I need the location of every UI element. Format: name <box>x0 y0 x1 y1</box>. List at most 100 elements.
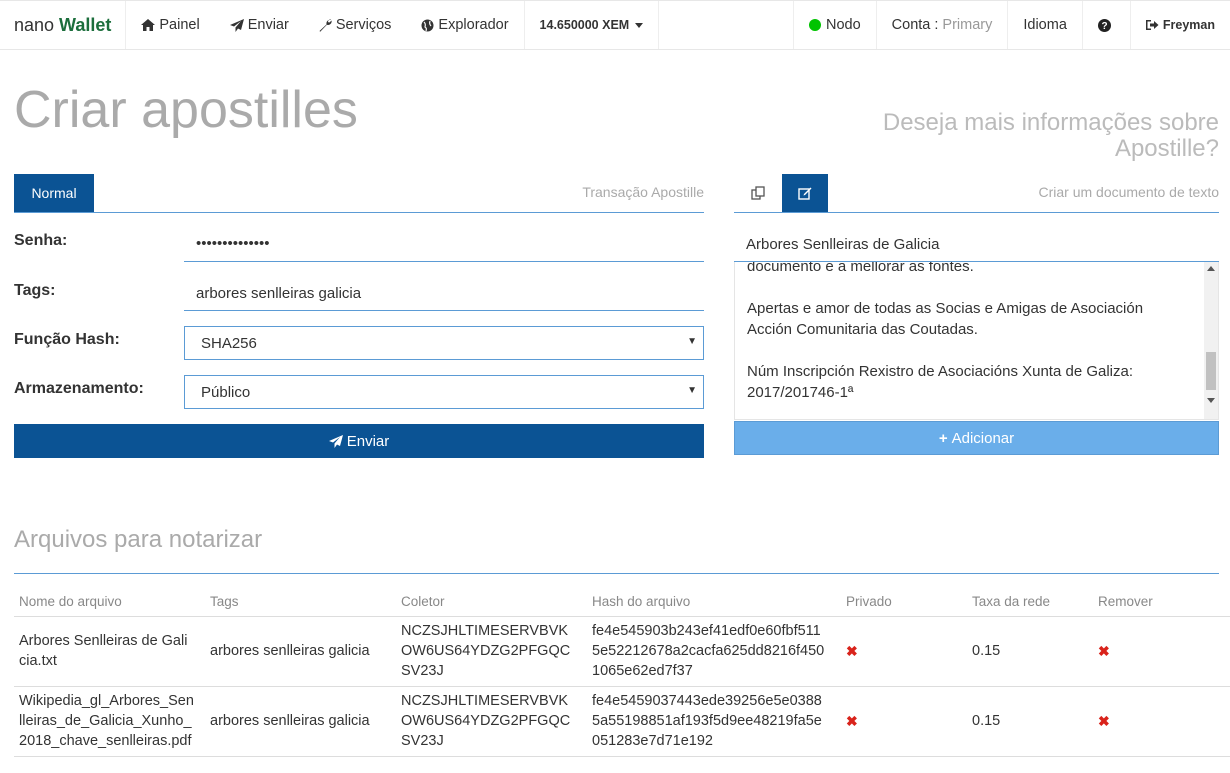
hash-cell: fe4e545903b243ef41edf0e60fbf511 5e522126… <box>587 616 841 687</box>
scroll-up-icon[interactable] <box>1207 266 1215 271</box>
scroll-down-icon[interactable] <box>1207 398 1215 403</box>
home-icon <box>141 19 156 31</box>
table-row: Arbores Senlleiras de Gali cia.txt arbor… <box>14 616 1230 687</box>
node-status[interactable]: Nodo <box>792 1 876 49</box>
help-line-1: Deseja mais informações sobre <box>882 109 1219 136</box>
document-title-field[interactable]: Arbores Senlleiras de Galicia <box>734 228 1219 262</box>
col-header: Privado <box>841 588 967 617</box>
text-area-scrollbar[interactable] <box>1204 262 1218 419</box>
hash-function-label: Função Hash: <box>14 331 120 348</box>
private-cell: ✖ <box>841 616 967 687</box>
document-tabs: Criar um documento de texto <box>734 174 1219 213</box>
hash-cell: fe4e5459037443ede39256e5e0388 5a55198851… <box>587 686 841 757</box>
doc-text-line: Núm Inscripción Rexistro de Asociacións … <box>747 363 1134 380</box>
brand-prefix: nano <box>14 14 55 35</box>
hash-function-select[interactable]: SHA256 ▼ <box>184 326 704 360</box>
cross-icon: ✖ <box>846 712 858 729</box>
send-icon <box>229 18 244 32</box>
files-table: Nome do arquivo Tags Coletor Hash do arq… <box>14 588 1230 757</box>
col-header: Hash do arquivo <box>587 588 841 617</box>
hash-line: 1065e62ed7f37 <box>592 663 693 679</box>
dropdown-arrow-icon: ▼ <box>687 336 697 347</box>
tab-upload[interactable] <box>734 174 782 212</box>
storage-select[interactable]: Público ▼ <box>184 375 704 409</box>
add-button-label: Adicionar <box>951 429 1015 447</box>
remove-icon[interactable]: ✖ <box>1098 713 1110 729</box>
sign-out-icon <box>1145 20 1159 30</box>
file-name-line: lleiras_de_Galicia_Xunho_ <box>19 713 192 729</box>
col-header: Remover <box>1093 588 1230 617</box>
file-name-line: Wikipedia_gl_Arbores_Sen <box>19 693 194 709</box>
copy-files-icon <box>751 186 765 200</box>
col-header: Nome do arquivo <box>14 588 205 617</box>
hash-function-value: SHA256 <box>201 335 257 352</box>
nav-enviar[interactable]: Enviar <box>215 1 304 49</box>
brand-logo[interactable]: nano Wallet <box>0 1 127 49</box>
tags-cell: arbores senlleiras galicia <box>205 686 396 757</box>
tags-cell: arbores senlleiras galicia <box>205 616 396 687</box>
remove-icon[interactable]: ✖ <box>1098 643 1110 659</box>
question-icon: ? <box>1097 18 1111 32</box>
logout-button[interactable]: Freyman <box>1129 1 1230 49</box>
send-icon <box>328 434 343 448</box>
language-label: Idioma <box>1023 17 1067 33</box>
doc-text-line: 2017/201746-1ª <box>747 384 854 401</box>
send-button[interactable]: Enviar <box>14 424 704 458</box>
hash-line: fe4e545903b243ef41edf0e60fbf511 <box>592 623 821 639</box>
chevron-down-icon <box>635 22 644 28</box>
tab-caption-apostille: Transação Apostille <box>582 184 704 200</box>
password-field[interactable]: •••••••••••••• <box>184 228 704 262</box>
help-button[interactable]: ? <box>1081 1 1130 49</box>
hash-line: fe4e5459037443ede39256e5e0388 <box>592 693 822 709</box>
hash-line: 5e52212678a2cacfa625dd8216f450 <box>592 643 825 659</box>
file-name-line: Arbores Senlleiras de Gali <box>19 633 188 649</box>
nav-painel-label: Painel <box>159 17 200 33</box>
fee-cell: 0.15 <box>967 686 1093 757</box>
collector-cell: NCZSJHLTIMESERVBVK OW6US64YDZG2PFGQC SV2… <box>396 686 587 757</box>
help-line-2: Apostille? <box>1114 135 1219 162</box>
file-name-line: cia.txt <box>19 653 57 669</box>
tags-field[interactable]: arbores senlleiras galicia <box>184 277 704 311</box>
top-navbar: nano Wallet Painel Enviar Serviços Explo… <box>0 0 1230 50</box>
nav-explorador[interactable]: Explorador <box>406 1 523 49</box>
balance-dropdown[interactable]: 14.650000 XEM <box>523 1 660 49</box>
page-title: Criar apostilles <box>14 81 358 139</box>
send-button-label: Enviar <box>346 432 390 450</box>
col-header: Coletor <box>396 588 587 617</box>
nav-painel[interactable]: Painel <box>126 1 214 49</box>
collector-line: SV23J <box>401 663 444 679</box>
transaction-tabs: Normal Transação Apostille <box>14 174 704 213</box>
table-row: Wikipedia_gl_Arbores_Sen lleiras_de_Gali… <box>14 686 1230 757</box>
hash-line: 051283e7d71e192 <box>592 733 713 749</box>
doc-text-line: Acción Comunitaria das Coutadas. <box>747 321 978 338</box>
account-value: Primary <box>942 17 993 33</box>
account-label: Conta : <box>891 17 939 33</box>
table-header-row: Nome do arquivo Tags Coletor Hash do arq… <box>14 588 1230 617</box>
scrollbar-thumb[interactable] <box>1206 352 1216 390</box>
password-label: Senha: <box>14 232 68 249</box>
status-dot-icon <box>808 19 821 31</box>
tab-create-text[interactable] <box>782 174 828 212</box>
document-text-area[interactable]: documento e a mellorar as fontes. Aperta… <box>734 262 1219 420</box>
doc-text-partial-line: documento e a mellorar as fontes. <box>747 262 974 275</box>
edit-icon <box>798 187 812 200</box>
account-selector[interactable]: Conta : Primary <box>875 1 1008 49</box>
nav-explorador-label: Explorador <box>438 17 509 33</box>
apostille-help-link[interactable]: Deseja mais informações sobre Apostille? <box>883 110 1219 162</box>
storage-value: Público <box>201 384 251 401</box>
col-header: Tags <box>205 588 396 617</box>
plus-icon: + <box>938 429 948 447</box>
tab-normal[interactable]: Normal <box>14 174 94 212</box>
private-cell: ✖ <box>841 686 967 757</box>
globe-icon <box>421 19 434 31</box>
nav-servicos-label: Serviços <box>335 17 392 33</box>
node-label: Nodo <box>825 17 861 33</box>
svg-text:?: ? <box>1101 21 1107 32</box>
add-button[interactable]: + Adicionar <box>734 421 1219 455</box>
fee-cell: 0.15 <box>967 616 1093 687</box>
nav-servicos[interactable]: Serviços <box>304 1 407 49</box>
brand-name: Wallet <box>59 14 112 35</box>
language-menu[interactable]: Idioma <box>1007 1 1082 49</box>
collector-line: OW6US64YDZG2PFGQC <box>401 643 571 659</box>
dropdown-arrow-icon: ▼ <box>687 385 697 396</box>
